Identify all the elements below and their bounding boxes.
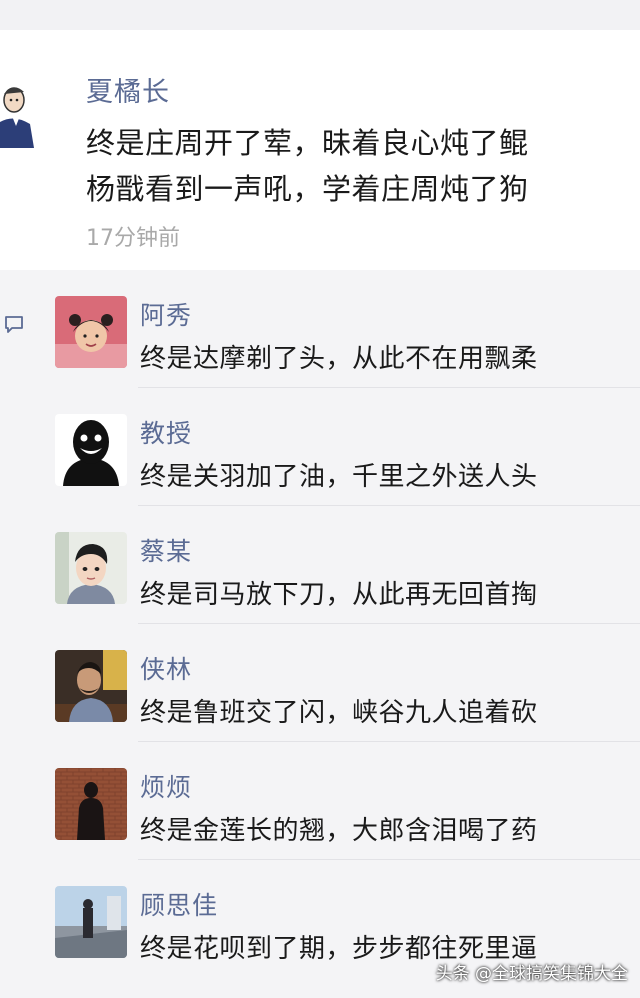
commenter-avatar[interactable]: [55, 650, 127, 722]
commenter-avatar[interactable]: [55, 414, 127, 486]
comment-item: 蔡某 终是司马放下刀，从此再无回首掏: [0, 506, 640, 624]
silhouette-photo-avatar: [55, 768, 127, 840]
comment-item: 侠林 终是鲁班交了闪，峡谷九人追着砍: [0, 624, 640, 742]
comment-item: 教授 终是关羽加了油，千里之外送人头: [0, 388, 640, 506]
comment-text: 终是金莲长的翘，大郎含泪喝了药: [140, 816, 538, 846]
comments-section: 阿秀 终是达摩剃了头，从此不在用飘柔 教授 终是关羽加了油，千里之外送人头 蔡某…: [0, 270, 640, 998]
commenter-name[interactable]: 侠林: [140, 650, 192, 686]
comment-item: 阿秀 终是达摩剃了头，从此不在用飘柔: [0, 270, 640, 388]
comment-text: 终是达摩剃了头，从此不在用飘柔: [140, 344, 538, 374]
cartoon-person-icon: [0, 78, 38, 148]
shadow-smile-avatar: [55, 414, 127, 486]
girl-photo-avatar: [55, 296, 127, 368]
commenter-avatar[interactable]: [55, 532, 127, 604]
comment-item: 烦烦 终是金莲长的翘，大郎含泪喝了药: [0, 742, 640, 860]
commenter-name[interactable]: 顾思佳: [140, 886, 218, 922]
comment-text: 终是鲁班交了闪，峡谷九人追着砍: [140, 698, 538, 728]
post-text-line-2: 杨戬看到一声吼，学着庄周炖了狗: [86, 172, 529, 206]
comment-text: 终是司马放下刀，从此再无回首掏: [140, 580, 538, 610]
post-avatar[interactable]: [0, 78, 38, 148]
commenter-avatar[interactable]: [55, 768, 127, 840]
post-timestamp: 17分钟前: [86, 226, 180, 251]
commenter-avatar[interactable]: [55, 296, 127, 368]
watermark: 头条 @全球搞笑集锦大全: [435, 964, 628, 984]
cartoon-boy-avatar: [55, 532, 127, 604]
commenter-avatar[interactable]: [55, 886, 127, 958]
commenter-name[interactable]: 教授: [140, 414, 192, 450]
street-photo-avatar: [55, 886, 127, 958]
man-photo-avatar: [55, 650, 127, 722]
commenter-name[interactable]: 蔡某: [140, 532, 192, 568]
moment-post: 夏橘长 终是庄周开了荤，昧着良心炖了鲲 杨戬看到一声吼，学着庄周炖了狗 17分钟…: [0, 30, 640, 270]
commenter-name[interactable]: 阿秀: [140, 296, 192, 332]
top-strip: [0, 0, 640, 30]
commenter-name[interactable]: 烦烦: [140, 768, 192, 804]
comment-text: 终是关羽加了油，千里之外送人头: [140, 462, 538, 492]
post-author-name[interactable]: 夏橘长: [86, 70, 170, 109]
post-text-line-1: 终是庄周开了荤，昧着良心炖了鲲: [86, 126, 529, 160]
